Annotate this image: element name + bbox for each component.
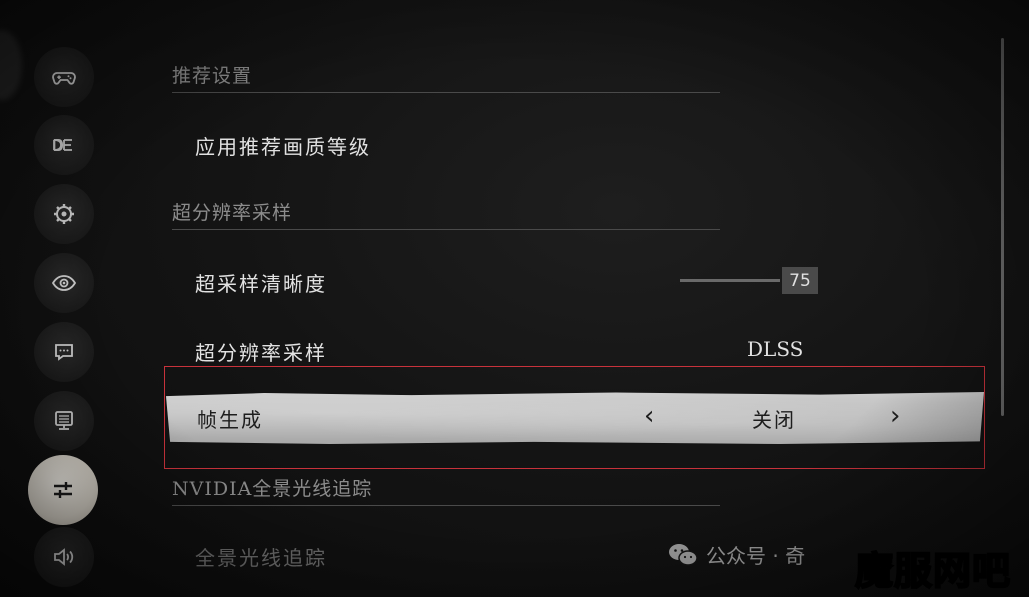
sidebar-item-subtitles[interactable] <box>34 322 94 382</box>
sidebar-item-display[interactable] <box>34 253 94 313</box>
site-watermark: 魔服网吧 <box>854 548 1012 594</box>
sliders-icon <box>54 482 72 498</box>
section-nvidia-title: NVIDIA全景光线追踪 <box>172 474 720 506</box>
scrollbar[interactable] <box>1001 38 1004 416</box>
sharpness-value[interactable]: 75 <box>782 267 818 294</box>
highlight-annotation-frame <box>164 366 985 469</box>
monitor-icon <box>55 411 73 430</box>
gear-icon <box>54 204 74 224</box>
super-resolution-value[interactable]: DLSS <box>747 337 803 361</box>
sidebar-item-general[interactable] <box>34 184 94 244</box>
chevron-left-icon[interactable]: ‹ <box>644 401 654 431</box>
sidebar-item-language[interactable]: Ꭰ <box>34 115 94 175</box>
chat-icon <box>55 344 73 361</box>
section-super-resolution-title: 超分辨率采样 <box>172 198 720 230</box>
ink-decoration <box>0 30 22 100</box>
super-resolution-label: 超分辨率采样 <box>195 341 327 365</box>
wechat-watermark-text: 公众号 · 奇 <box>706 544 806 568</box>
sharpness-label: 超采样清晰度 <box>195 272 327 296</box>
path-tracing-label: 全景光线追踪 <box>195 546 327 570</box>
gamepad-icon <box>52 72 76 85</box>
sidebar-item-audio[interactable] <box>34 527 94 587</box>
wechat-watermark: 公众号 · 奇 <box>668 540 805 569</box>
frame-gen-label: 帧生成 <box>197 408 263 432</box>
chevron-right-icon[interactable]: › <box>890 401 900 431</box>
apply-recommended-button[interactable]: 应用推荐画质等级 <box>195 131 371 160</box>
frame-gen-value: 关闭 <box>752 408 796 432</box>
section-recommended-title: 推荐设置 <box>172 61 720 93</box>
sharpness-slider[interactable] <box>680 279 780 282</box>
eye-icon <box>51 275 77 291</box>
wechat-icon <box>669 543 698 566</box>
sidebar-item-screen[interactable] <box>34 391 94 451</box>
sidebar-item-graphics[interactable] <box>28 455 98 525</box>
speaker-icon <box>54 548 74 566</box>
text-icon: Ꭰ <box>53 136 72 155</box>
sidebar-item-controls[interactable] <box>34 47 94 107</box>
